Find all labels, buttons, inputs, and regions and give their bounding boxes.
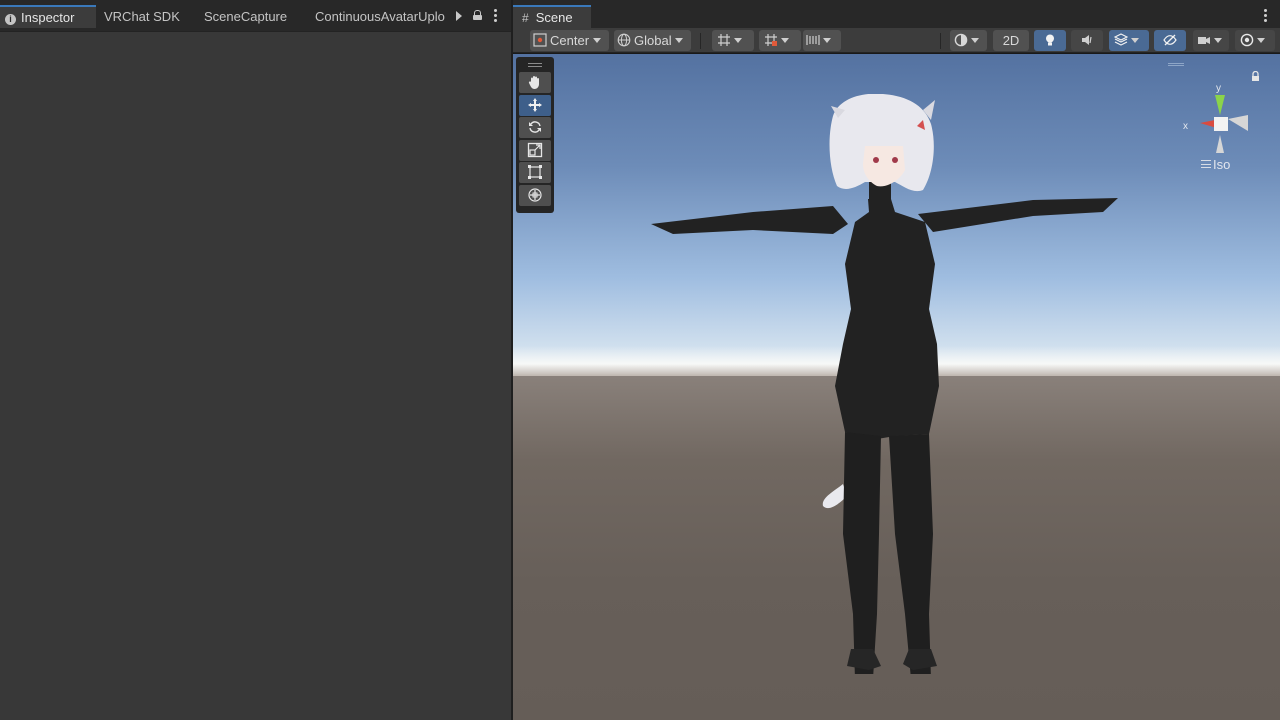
avatar-model[interactable] — [633, 94, 1123, 674]
chevron-down-icon — [971, 38, 979, 43]
info-icon: i — [5, 14, 16, 25]
pivot-mode-label: Center — [550, 33, 590, 48]
scene-panel: # Scene Center Global 2D y x Iso — [513, 0, 1280, 720]
scale-tool-button[interactable] — [519, 139, 551, 161]
gizmo-lock-icon[interactable] — [1251, 71, 1260, 81]
effects-button[interactable] — [1109, 30, 1149, 51]
scene-tabbar: # Scene — [513, 0, 1280, 28]
projection-label: Iso — [1213, 157, 1231, 172]
audio-icon — [1082, 35, 1092, 45]
draw-mode-icon — [954, 33, 968, 47]
move-icon — [528, 97, 542, 112]
rect-transform-icon — [528, 165, 542, 179]
tab-vrchat-sdk[interactable]: VRChat SDK — [104, 5, 180, 28]
gizmo-x-label: x — [1183, 121, 1188, 132]
inspector-content — [0, 33, 511, 720]
gizmo-center-cube[interactable] — [1214, 117, 1228, 131]
chevron-down-icon — [781, 38, 789, 43]
align-button[interactable] — [803, 30, 841, 51]
globe-icon — [617, 33, 631, 47]
grid-snap-button[interactable] — [712, 30, 754, 51]
menu-lines-icon — [1201, 160, 1211, 168]
chevron-down-icon — [823, 38, 831, 43]
lock-icon[interactable] — [473, 10, 482, 20]
toolbar-separator — [940, 33, 941, 49]
gizmos-icon — [1240, 33, 1254, 47]
gizmo-neg-x-axis[interactable] — [1228, 115, 1248, 131]
lighting-button[interactable] — [1034, 30, 1066, 51]
lighting-icon — [1046, 34, 1054, 46]
tab-inspector-label: Inspector — [21, 10, 75, 25]
toolbar-separator — [700, 33, 701, 49]
tool-palette — [516, 57, 554, 213]
draw-mode-button[interactable] — [950, 30, 987, 51]
transform-icon — [528, 187, 542, 202]
inspector-tabbar: i Inspector VRChat SDK SceneCapture Conti… — [0, 0, 511, 32]
move-tool-button[interactable] — [519, 94, 551, 116]
palette-drag-handle[interactable] — [519, 61, 551, 71]
mode-2d-button[interactable]: 2D — [993, 30, 1029, 51]
scene-toolbar: Center Global 2D — [513, 28, 1280, 53]
inspector-panel: i Inspector VRChat SDK SceneCapture Conti… — [0, 0, 511, 720]
chevron-down-icon — [1214, 38, 1222, 43]
tab-scenecapture[interactable]: SceneCapture — [204, 5, 287, 28]
pivot-center-icon — [533, 33, 547, 47]
rotate-tool-button[interactable] — [519, 117, 551, 138]
hand-tool-button[interactable] — [519, 72, 551, 93]
tab-scene-label: Scene — [535, 10, 573, 25]
chevron-down-icon — [675, 38, 684, 43]
hand-icon — [528, 76, 539, 89]
align-icon — [806, 35, 820, 45]
chevron-down-icon — [1257, 38, 1265, 43]
chevron-down-icon — [734, 38, 742, 43]
visibility-icon — [1163, 34, 1177, 46]
rect-tool-button[interactable] — [519, 162, 551, 183]
audio-button[interactable] — [1071, 30, 1103, 51]
tab-overflow-arrow-icon[interactable] — [456, 11, 462, 21]
scene-menu-icon[interactable] — [1264, 9, 1267, 22]
gizmo-y-axis[interactable] — [1215, 95, 1225, 115]
scale-icon — [527, 142, 543, 157]
tab-continuous-avatar-uploader[interactable]: ContinuousAvatarUplo — [315, 5, 453, 28]
gizmos-button[interactable] — [1235, 30, 1275, 51]
rotate-icon — [529, 121, 541, 133]
effects-icon — [1114, 33, 1128, 46]
pivot-mode-dropdown[interactable]: Center — [530, 30, 609, 51]
grid-snap-icon — [718, 34, 730, 46]
increment-snap-button[interactable] — [759, 30, 801, 51]
gizmo-y-label: y — [1216, 83, 1221, 94]
scene-visibility-button[interactable] — [1154, 30, 1186, 51]
tab-inspector[interactable]: i Inspector — [0, 5, 96, 28]
grid-hash-icon: # — [522, 11, 529, 25]
chevron-down-icon — [592, 38, 601, 43]
inspector-menu-icon[interactable] — [494, 9, 497, 22]
transform-tool-button[interactable] — [519, 184, 551, 206]
camera-button[interactable] — [1193, 30, 1229, 51]
camera-icon — [1198, 37, 1210, 44]
increment-snap-icon — [765, 34, 777, 46]
projection-toggle[interactable]: Iso — [1201, 157, 1230, 172]
pivot-rotation-label: Global — [634, 33, 672, 48]
pivot-rotation-dropdown[interactable]: Global — [614, 30, 691, 51]
chevron-down-icon — [1131, 38, 1139, 43]
tab-scene[interactable]: # Scene — [513, 5, 591, 28]
gizmo-neg-y-axis[interactable] — [1216, 135, 1224, 153]
scene-viewport[interactable]: y x Iso — [513, 54, 1280, 720]
